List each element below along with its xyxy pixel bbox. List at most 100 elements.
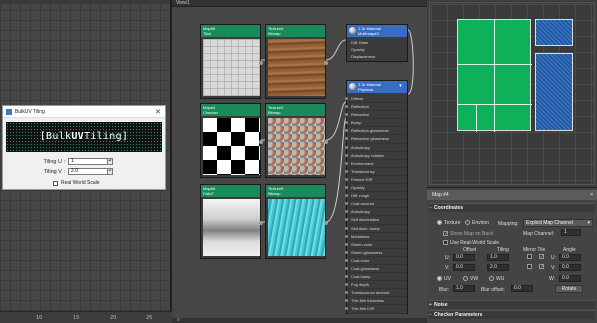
chevron-down-icon[interactable]: ▾: [397, 83, 404, 90]
coordinates-rollout[interactable]: Coordinates: [429, 203, 595, 213]
material-slot[interactable]: Thin film thickness: [345, 297, 406, 306]
tiling-u-spinner[interactable]: ▴▾: [108, 158, 113, 165]
material-slot[interactable]: Metalness: [345, 233, 406, 241]
w-angle-input[interactable]: 0.0: [559, 275, 581, 282]
slate-material-editor[interactable]: View1 Map#8 Tiles Textured Bitmap Map#4 Che…: [172, 0, 427, 323]
uv-island-blue-top[interactable]: [535, 19, 573, 46]
uv-preview-viewport[interactable]: [427, 0, 597, 187]
material-slot[interactable]: Anisotropy: [345, 208, 406, 217]
u-tiling-input[interactable]: 1.0: [487, 254, 509, 261]
node-map4-checker[interactable]: Map#4 Checker: [200, 103, 263, 178]
material-slot[interactable]: Coat glossiness: [345, 265, 406, 274]
material-slot[interactable]: Self-illumination: [345, 216, 406, 225]
checkbox-box[interactable]: [527, 254, 532, 260]
output-port[interactable]: [259, 61, 263, 65]
close-icon[interactable]: ×: [590, 190, 593, 200]
menu-icon[interactable]: ≡: [177, 317, 180, 323]
real-world-scale-checkbox[interactable]: Real World Scale: [53, 180, 100, 186]
checkbox-box[interactable]: [539, 254, 544, 260]
u-mirror-checkbox[interactable]: [527, 254, 534, 260]
output-port[interactable]: [324, 61, 328, 65]
texture-radio[interactable]: Texture: [437, 220, 460, 226]
output-port[interactable]: [324, 221, 328, 225]
tiling-v-spinner[interactable]: ▴▾: [108, 168, 113, 175]
slot[interactable]: Opacity: [348, 46, 406, 53]
node-texture2-bitmap[interactable]: Texture2 Bitmap: [265, 103, 328, 178]
material-slot[interactable]: Coat bump: [345, 273, 406, 282]
blur-offset-input[interactable]: 0.0: [511, 285, 533, 292]
show-map-on-back-checkbox[interactable]: Show Map on Back: [443, 231, 493, 237]
material-slot[interactable]: Thin film IOR: [345, 305, 406, 314]
checker-parameters-rollout[interactable]: Checker Parameters: [429, 310, 595, 320]
node-multimap-material[interactable]: 1 3c Material Multimap#3 Diff. Base Opaci…: [346, 24, 408, 62]
output-port[interactable]: [259, 221, 263, 225]
node-textured-bitmap[interactable]: Textured Bitmap: [265, 24, 328, 99]
map-channel-input[interactable]: 1: [561, 229, 581, 236]
panel-header[interactable]: Map #4 ×: [427, 190, 597, 200]
material-slot[interactable]: Fog depth: [345, 281, 406, 290]
material-slot[interactable]: Self-illum. bump: [345, 225, 406, 233]
slot[interactable]: Displacement: [348, 53, 406, 60]
material-slot[interactable]: Anisotropy rotation: [345, 152, 406, 160]
v-tile-checkbox[interactable]: [539, 264, 546, 270]
dialog-titlebar[interactable]: BulkUV Tiling ✕: [3, 106, 165, 118]
v-angle-input[interactable]: 0.0: [559, 264, 581, 271]
material-slot[interactable]: Fresnel IOR: [345, 176, 406, 185]
slot[interactable]: Diff. Base: [348, 39, 406, 46]
wu-radio[interactable]: WU: [489, 276, 504, 282]
u-tile-checkbox[interactable]: [539, 254, 546, 260]
material-slot[interactable]: Refraction glossiness: [345, 135, 406, 144]
tiling-v-input[interactable]: 2.0: [68, 168, 108, 175]
radio-icon[interactable]: [465, 220, 470, 226]
material-slot[interactable]: Reflection: [345, 103, 406, 112]
real-world-scale-checkbox[interactable]: Use Real-World Scale: [443, 240, 499, 246]
rotate-button[interactable]: Rotate: [555, 285, 583, 293]
uv-island-blue-bottom[interactable]: [535, 53, 573, 131]
left-viewport[interactable]: 10 15 20 25 BulkUV Tiling ✕ [BulkUVTilin…: [0, 0, 172, 323]
material-slot[interactable]: Translucence amount: [345, 289, 406, 298]
output-port[interactable]: [324, 140, 328, 144]
checkbox-box[interactable]: [443, 231, 448, 237]
material-slot[interactable]: Bump: [345, 119, 406, 128]
material-slot[interactable]: Diffuse: [345, 95, 406, 104]
mapping-dropdown[interactable]: Explicit Map Channel ▾: [523, 219, 593, 227]
noise-rollout[interactable]: Noise: [429, 300, 595, 310]
checkbox-box[interactable]: [53, 180, 58, 186]
material-slot[interactable]: Translucency: [345, 168, 406, 176]
output-port[interactable]: [259, 140, 263, 144]
node-map6-falloff[interactable]: Map#6 FalloT: [200, 184, 263, 259]
material-slot[interactable]: Opacity: [345, 184, 406, 193]
vw-radio[interactable]: VW: [463, 276, 478, 282]
material-slot[interactable]: Refraction: [345, 111, 406, 120]
v-tiling-input[interactable]: 2.0: [487, 264, 509, 271]
close-icon[interactable]: ✕: [151, 108, 165, 116]
checkbox-box[interactable]: [539, 264, 544, 270]
material-slot[interactable]: Environment: [345, 160, 406, 168]
environ-radio[interactable]: Environ: [465, 220, 489, 226]
u-angle-input[interactable]: 0.0: [559, 254, 581, 261]
material-slot[interactable]: Sheen glossiness: [345, 249, 406, 257]
node-texture5-bitmap[interactable]: Texture5 Bitmap: [265, 184, 328, 259]
material-slot[interactable]: Sheen color: [345, 241, 406, 249]
radio-icon[interactable]: [463, 276, 468, 282]
u-offset-input[interactable]: 0.0: [453, 254, 475, 261]
tiling-u-input[interactable]: 1: [68, 158, 108, 165]
uv-radio[interactable]: UV: [437, 276, 451, 282]
checkbox-box[interactable]: [527, 264, 532, 270]
radio-icon[interactable]: [437, 276, 442, 282]
material-slot[interactable]: Reflection glossiness: [345, 127, 406, 136]
blur-input[interactable]: 1.0: [453, 285, 475, 292]
radio-icon[interactable]: [437, 220, 442, 226]
v-offset-input[interactable]: 0.0: [453, 264, 475, 271]
material-slot[interactable]: Anisotropy: [345, 144, 406, 152]
v-mirror-checkbox[interactable]: [527, 264, 534, 270]
material-slot[interactable]: Coat amount: [345, 200, 406, 209]
uv-island-green[interactable]: [457, 19, 532, 132]
node-map8-tiles[interactable]: Map#8 Tiles: [200, 24, 263, 99]
node-physical-material[interactable]: 3 3c Material Physical ▾ Diffuse Reflectio…: [345, 80, 408, 314]
material-slot[interactable]: Coat color: [345, 257, 406, 265]
radio-icon[interactable]: [489, 276, 494, 282]
material-slot[interactable]: Diff. rough: [345, 192, 406, 201]
checkbox-box[interactable]: [443, 240, 448, 246]
time-ruler[interactable]: 10 15 20 25: [0, 311, 172, 323]
